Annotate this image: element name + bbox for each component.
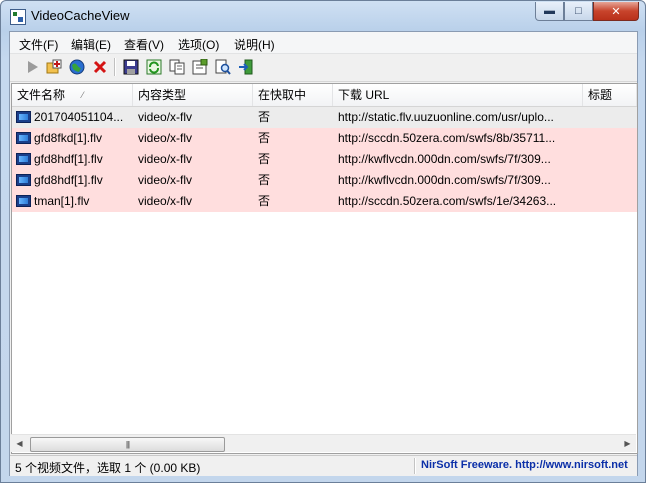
cell-content-type: video/x-flv [138, 131, 193, 145]
find-button[interactable] [214, 58, 232, 76]
client-area: 文件(F) 编辑(E) 查看(V) 选项(O) 说明(H) 文件名称 ⁄ 内容类… [9, 31, 638, 476]
status-summary: 5 个视频文件，选取 1 个 (0.00 KB) [15, 461, 201, 475]
cell-cached: 否 [258, 110, 271, 124]
table-row[interactable]: gfd8fkd[1].flv video/x-flv 否 http://sccd… [12, 128, 637, 149]
cell-cached: 否 [258, 173, 271, 187]
scroll-right-button[interactable]: ▶ [619, 435, 636, 452]
cell-filename: 201704051104... [34, 110, 124, 124]
minimize-icon: ▬ [544, 5, 555, 17]
scroll-left-icon: ◀ [16, 439, 23, 448]
column-header-label: 文件名称 [17, 88, 66, 102]
cell-cached: 否 [258, 131, 271, 145]
menu-edit[interactable]: 编辑(E) [71, 36, 111, 53]
video-file-icon [16, 174, 31, 186]
cell-filename: gfd8hdf[1].flv [34, 152, 103, 166]
menu-view[interactable]: 查看(V) [124, 36, 164, 53]
cell-cached: 否 [258, 194, 271, 208]
cell-cached: 否 [258, 152, 271, 166]
exit-button[interactable] [237, 58, 255, 76]
cell-url: http://static.flv.uuzuonline.com/usr/upl… [338, 110, 554, 124]
sort-indicator-icon: ⁄ [82, 90, 84, 100]
cell-content-type: video/x-flv [138, 173, 193, 187]
cell-url: http://sccdn.50zera.com/swfs/1e/34263... [338, 194, 557, 208]
cell-filename: gfd8hdf[1].flv [34, 173, 103, 187]
minimize-button[interactable]: ▬ [535, 2, 564, 21]
play-button[interactable] [23, 58, 41, 76]
cell-content-type: video/x-flv [138, 110, 193, 124]
video-file-icon [16, 111, 31, 123]
properties-icon [192, 59, 208, 75]
title-bar[interactable]: VideoCacheView ▬ □ ✕ [1, 1, 645, 31]
add-folder-icon [46, 59, 62, 74]
table-row[interactable]: gfd8hdf[1].flv video/x-flv 否 http://kwfl… [12, 149, 637, 170]
maximize-button[interactable]: □ [564, 2, 593, 21]
close-icon: ✕ [611, 5, 621, 18]
find-icon [215, 59, 231, 75]
window-title: VideoCacheView [31, 8, 130, 23]
menu-help[interactable]: 说明(H) [234, 36, 275, 53]
play-icon [28, 61, 38, 73]
table-row[interactable]: gfd8hdf[1].flv video/x-flv 否 http://kwfl… [12, 170, 637, 191]
cell-url: http://kwflvcdn.000dn.com/swfs/7f/309... [338, 173, 551, 187]
add-folder-button[interactable] [45, 58, 63, 76]
close-button[interactable]: ✕ [593, 2, 639, 21]
scroll-right-icon: ▶ [624, 439, 631, 448]
app-icon [10, 9, 26, 25]
copy-icon [169, 59, 185, 75]
grip-icon: ||| [125, 440, 130, 449]
column-header-url[interactable]: 下载 URL [333, 84, 583, 106]
status-bar: 5 个视频文件，选取 1 个 (0.00 KB) NirSoft Freewar… [10, 455, 637, 476]
cell-url: http://sccdn.50zera.com/swfs/8b/35711... [338, 131, 556, 145]
status-divider [414, 458, 416, 474]
table-row[interactable]: 201704051104... video/x-flv 否 http://sta… [12, 107, 637, 128]
table-row[interactable]: tman[1].flv video/x-flv 否 http://sccdn.5… [12, 191, 637, 212]
cell-content-type: video/x-flv [138, 152, 193, 166]
menu-file[interactable]: 文件(F) [19, 36, 58, 53]
globe-icon [69, 59, 85, 75]
cell-url: http://kwflvcdn.000dn.com/swfs/7f/309... [338, 152, 551, 166]
list-header: 文件名称 ⁄ 内容类型 在快取中 下载 URL 标题 [12, 84, 637, 107]
refresh-button[interactable] [145, 58, 163, 76]
copy-button[interactable] [168, 58, 186, 76]
delete-icon [93, 60, 107, 74]
column-header-title[interactable]: 标题 [583, 84, 637, 106]
properties-button[interactable] [191, 58, 209, 76]
scroll-left-button[interactable]: ◀ [11, 435, 28, 452]
web-button[interactable] [68, 58, 86, 76]
menu-options[interactable]: 选项(O) [178, 36, 219, 53]
column-header-filename[interactable]: 文件名称 ⁄ [12, 84, 133, 106]
video-file-icon [16, 195, 31, 207]
video-file-icon [16, 153, 31, 165]
app-window: VideoCacheView ▬ □ ✕ 文件(F) 编辑(E) 查看(V) 选… [0, 0, 646, 483]
refresh-icon [146, 59, 162, 75]
exit-icon [239, 59, 253, 75]
maximize-icon: □ [575, 5, 582, 17]
video-file-icon [16, 132, 31, 144]
column-header-cached[interactable]: 在快取中 [253, 84, 333, 106]
toolbar-separator [114, 58, 116, 76]
nirsoft-link[interactable]: NirSoft Freeware. http://www.nirsoft.net [421, 459, 637, 471]
save-icon [123, 59, 139, 75]
file-list[interactable]: 文件名称 ⁄ 内容类型 在快取中 下载 URL 标题 201704051104.… [11, 83, 638, 454]
cell-content-type: video/x-flv [138, 194, 193, 208]
horizontal-scrollbar[interactable]: ◀ ||| ▶ [11, 434, 636, 452]
toolbar [10, 54, 637, 82]
cell-filename: gfd8fkd[1].flv [34, 131, 103, 145]
scrollbar-thumb[interactable]: ||| [30, 437, 225, 452]
save-button[interactable] [122, 58, 140, 76]
menu-bar: 文件(F) 编辑(E) 查看(V) 选项(O) 说明(H) [10, 32, 637, 54]
delete-button[interactable] [91, 58, 109, 76]
cell-filename: tman[1].flv [34, 194, 90, 208]
column-header-content-type[interactable]: 内容类型 [133, 84, 253, 106]
